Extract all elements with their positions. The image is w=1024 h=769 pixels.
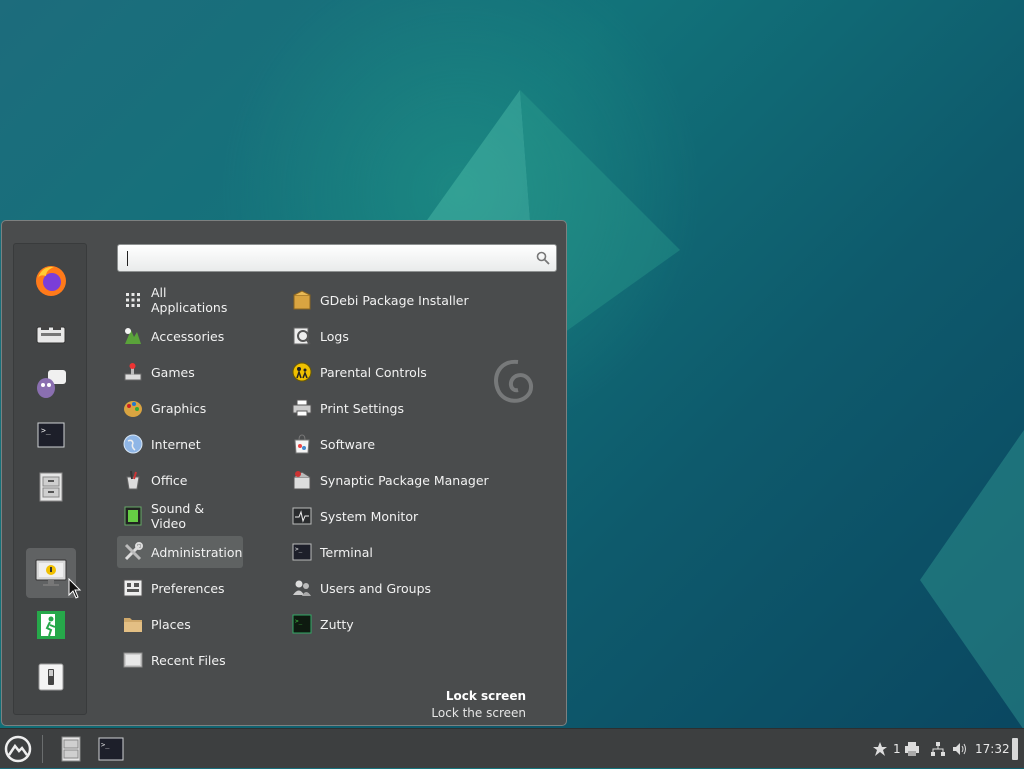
terminal-icon: >_ [98,737,124,761]
favorite-terminal[interactable]: >_ [26,410,76,460]
search-input[interactable] [124,248,528,270]
software-icon [36,322,66,344]
network-applet[interactable] [930,729,946,769]
notification-bell-icon [873,742,887,756]
multimedia-icon [124,506,142,526]
text-caret [127,251,128,266]
wallpaper-shard-right [920,430,1024,730]
notifications-applet[interactable]: 1 [872,729,901,769]
printer-applet[interactable] [904,729,920,769]
svg-text:>_: >_ [41,426,51,435]
app-users-groups[interactable]: Users and Groups [286,572,526,604]
synaptic-icon [293,471,311,490]
file-cabinet-icon [39,472,63,502]
menu-button[interactable] [2,733,34,765]
file-cabinet-icon [61,736,81,762]
printer-icon [905,742,919,756]
lock-screen-icon [35,559,67,586]
show-desktop-icon [1012,738,1018,760]
pidgin-icon [37,370,66,398]
network-icon [931,742,945,756]
package-icon [293,290,311,310]
clock[interactable]: 17:32 [975,729,1010,769]
parental-icon [292,362,312,382]
selected-item-description: Lock the screen [431,706,526,720]
app-system-monitor[interactable]: System Monitor [286,500,526,532]
favorite-logout[interactable] [26,600,76,650]
preferences-icon [123,579,143,597]
selected-item-title: Lock screen [445,689,526,703]
mouse-pointer-icon [68,578,82,599]
panel-separator [42,735,43,763]
monitor-icon [292,507,312,525]
app-terminal[interactable]: >_ Terminal [286,536,526,568]
printer-icon [292,399,312,417]
search-box[interactable] [117,244,557,272]
users-icon [293,580,311,596]
svg-text:>_: >_ [295,546,303,553]
software-icon [294,434,310,454]
svg-text:>_: >_ [101,741,110,749]
category-internet[interactable]: Internet [117,428,243,460]
svg-text:>_: >_ [295,618,303,625]
graphics-icon [124,401,142,417]
menu-launcher-icon [4,735,32,763]
favorite-firefox[interactable] [26,256,76,306]
office-icon [126,470,140,490]
search-icon [536,251,550,265]
taskbar-files[interactable] [56,733,86,765]
app-zutty[interactable]: >_ Zutty [286,608,526,640]
favorite-software-manager[interactable] [26,308,76,358]
terminal-icon: >_ [37,422,65,448]
zutty-icon: >_ [292,614,312,634]
application-menu: >_ All Applications Accessories Games Gr… [1,220,567,726]
exit-icon [37,611,65,639]
volume-icon [953,743,966,755]
folder-icon [124,618,142,632]
accessories-icon [125,328,141,344]
category-administration[interactable]: Administration [117,536,243,568]
app-gdebi[interactable]: GDebi Package Installer [286,284,526,316]
volume-applet[interactable] [952,729,968,769]
grid-icon [126,293,140,307]
debian-logo-icon [494,359,533,403]
firefox-icon [36,266,66,296]
globe-icon [123,434,143,454]
terminal-icon: >_ [292,543,312,561]
app-software[interactable]: Software [286,428,526,460]
category-sound-video[interactable]: Sound & Video [117,500,243,532]
favorites-bar: >_ [13,243,87,715]
show-desktop-button[interactable] [1012,729,1018,769]
games-icon [124,363,142,381]
category-preferences[interactable]: Preferences [117,572,243,604]
favorite-pidgin[interactable] [26,358,76,408]
taskbar-terminal[interactable]: >_ [95,733,127,765]
notifications-count: 1 [893,742,901,756]
logs-icon [293,327,311,345]
category-games[interactable]: Games [117,356,243,388]
app-synaptic[interactable]: Synaptic Package Manager [286,464,526,496]
category-office[interactable]: Office [117,464,243,496]
recent-files-icon [123,652,143,668]
category-all-applications[interactable]: All Applications [117,284,243,316]
category-places[interactable]: Places [117,608,243,640]
category-graphics[interactable]: Graphics [117,392,243,424]
category-recent-files[interactable]: Recent Files [117,644,243,676]
bottom-panel: >_ 1 17:32 [0,728,1024,768]
tools-icon [124,542,143,561]
favorite-files[interactable] [26,462,76,512]
app-logs[interactable]: Logs [286,320,526,352]
power-icon [38,663,64,691]
favorite-shutdown[interactable] [26,652,76,702]
category-accessories[interactable]: Accessories [117,320,243,352]
